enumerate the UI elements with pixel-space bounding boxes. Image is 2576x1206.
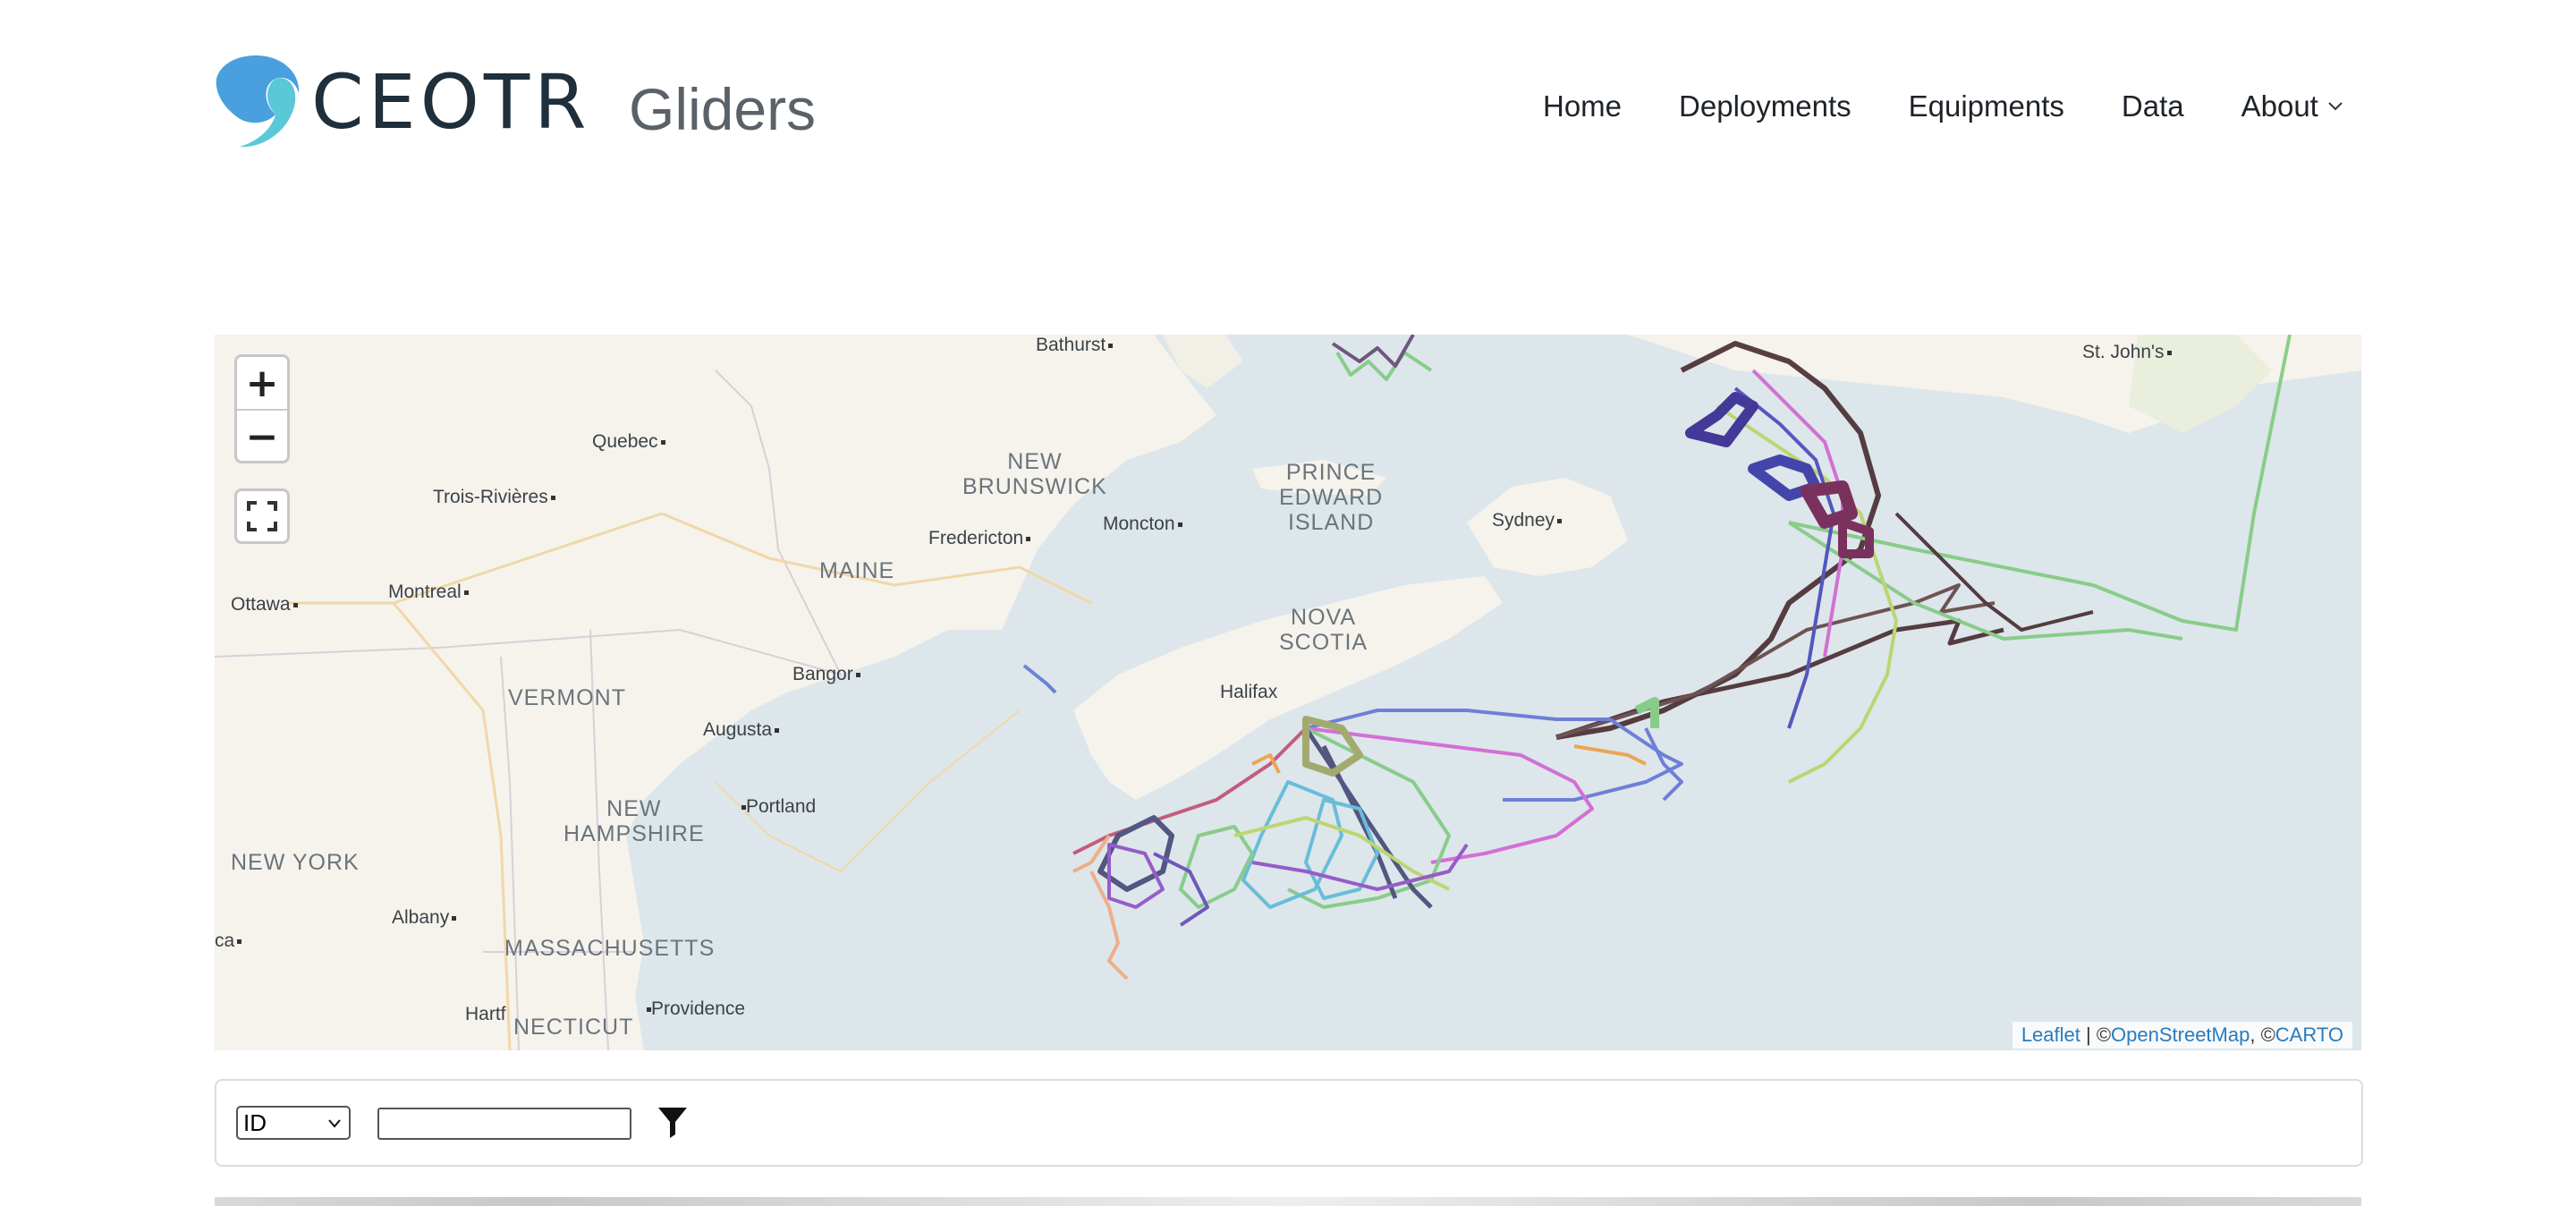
carto-link[interactable]: CARTO [2275, 1023, 2343, 1046]
nav-home[interactable]: Home [1543, 89, 1622, 123]
logo-text: CEOTR [311, 58, 591, 146]
nav-deployments[interactable]: Deployments [1679, 89, 1852, 123]
filter-bar: ID [215, 1079, 2363, 1167]
zoom-control: + − [234, 354, 290, 463]
nav-about[interactable]: About [2241, 89, 2343, 123]
label-quebec: Quebec [592, 431, 665, 453]
label-halifax: Halifax [1220, 682, 1278, 702]
label-bathurst: Bathurst [1036, 335, 1114, 356]
label-new-york: NEW YORK [231, 850, 360, 875]
label-providence: Providence [644, 998, 745, 1020]
wave-logo-icon [216, 55, 300, 148]
label-albany: Albany [392, 907, 457, 929]
label-hartford: Hartf [465, 1004, 506, 1024]
zoom-in-button[interactable]: + [237, 357, 287, 411]
glider-track-map[interactable]: + − Bathurst St. John's Quebec Trois-Riv… [215, 335, 2361, 1050]
filter-field-select[interactable]: ID [236, 1106, 351, 1140]
site-logo[interactable]: CEOTR [213, 52, 591, 152]
label-augusta: Augusta [703, 719, 780, 741]
chevron-down-icon [2328, 102, 2343, 111]
chevron-down-icon [328, 1119, 341, 1128]
label-fredericton: Fredericton [928, 528, 1031, 549]
label-new-brunswick: NEW BRUNSWICK [962, 449, 1107, 499]
label-new-hampshire: NEW HAMPSHIRE [564, 796, 705, 846]
label-vermont: VERMONT [508, 685, 626, 710]
label-st-johns: St. John's [2082, 342, 2172, 363]
attribution-sep-2: , © [2250, 1023, 2275, 1046]
label-portland: Portland [739, 796, 816, 818]
page: CEOTR Gliders Home Deployments Equipment… [0, 0, 2576, 1206]
table-header-strip [215, 1197, 2361, 1206]
fullscreen-button[interactable] [234, 488, 290, 544]
main-nav: Home Deployments Equipments Data About [1543, 89, 2343, 123]
label-maine: MAINE [819, 558, 895, 583]
site-title: Gliders [629, 76, 817, 142]
label-massachusetts: MASSACHUSETTS [504, 936, 716, 961]
label-prince-edward-island: PRINCE EDWARD ISLAND [1279, 460, 1384, 535]
fullscreen-icon [247, 501, 277, 531]
label-montreal: Montreal [388, 582, 469, 603]
attribution-sep-1: | © [2080, 1023, 2112, 1046]
nav-data[interactable]: Data [2122, 89, 2184, 123]
label-ca: ca [215, 930, 242, 952]
filter-icon[interactable] [657, 1104, 689, 1140]
zoom-out-button[interactable]: − [237, 411, 287, 463]
label-moncton: Moncton [1103, 514, 1182, 535]
nav-about-label: About [2241, 89, 2318, 123]
leaflet-link[interactable]: Leaflet [2021, 1023, 2080, 1046]
map-attribution: Leaflet | ©OpenStreetMap, ©CARTO [2012, 1022, 2352, 1049]
filter-field-value: ID [243, 1108, 267, 1136]
label-connecticut: NECTICUT [513, 1015, 634, 1040]
filter-search-input[interactable] [377, 1108, 631, 1140]
nav-equipments[interactable]: Equipments [1909, 89, 2064, 123]
label-trois-rivieres: Trois-Rivières [433, 487, 555, 508]
label-ottawa: Ottawa [231, 594, 298, 616]
label-sydney: Sydney [1492, 510, 1563, 531]
label-bangor: Bangor [792, 664, 860, 685]
openstreetmap-link[interactable]: OpenStreetMap [2111, 1023, 2250, 1046]
label-nova-scotia: NOVA SCOTIA [1279, 605, 1368, 655]
